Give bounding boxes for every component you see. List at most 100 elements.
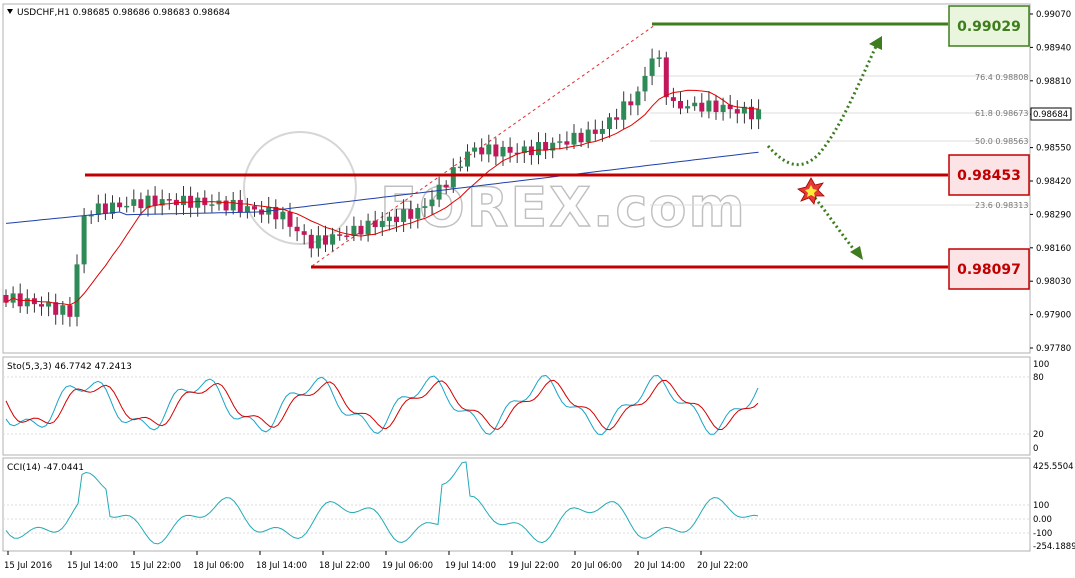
candle-bullish	[81, 215, 87, 265]
time-tick-label: 20 Jul 06:00	[571, 561, 622, 571]
candle-bearish	[102, 203, 108, 214]
stoch-label-0: 0	[1033, 444, 1038, 454]
candle-bullish	[472, 147, 478, 152]
candle-bullish	[656, 57, 662, 59]
candle-bearish	[152, 195, 158, 206]
price-tick-label: 0.97780	[1036, 344, 1071, 354]
candle-bullish	[124, 205, 130, 208]
candle-bearish	[678, 100, 683, 109]
candle-bullish	[436, 184, 442, 200]
candle-bullish	[571, 132, 577, 145]
price-axis: 0.990700.989400.988100.986800.985500.984…	[1030, 10, 1071, 354]
current-price-tag: 0.98684	[1030, 107, 1072, 121]
cci-label-max: 425.5504	[1033, 462, 1074, 472]
candle-bearish	[344, 235, 350, 237]
candle-bearish	[117, 202, 123, 208]
price-tick-label: 0.98550	[1036, 144, 1071, 154]
candle-bullish	[415, 207, 421, 219]
candle-bullish	[585, 129, 591, 143]
candle-bullish	[422, 206, 428, 208]
candle-bullish	[386, 216, 392, 221]
candle-bullish	[465, 151, 470, 167]
price-tick-label: 0.98290	[1036, 210, 1071, 220]
candle-bullish	[621, 101, 627, 120]
candle-bullish	[181, 195, 186, 206]
time-tick-label: 15 Jul 14:00	[67, 561, 118, 571]
candle-bullish	[450, 167, 456, 188]
candle-bearish	[237, 199, 243, 213]
support-level-value-1: 0.98453	[957, 168, 1021, 184]
candle-bearish	[301, 231, 307, 235]
candle-bearish	[507, 146, 513, 153]
stoch-label-20: 20	[1033, 430, 1044, 440]
candle-bearish	[479, 147, 485, 155]
candle-bearish	[592, 129, 598, 134]
stochastic-header: Sto(5,3,3) 46.7742 47.2413	[7, 362, 132, 372]
candle-bearish	[408, 209, 414, 219]
time-tick-label: 15 Jul 22:00	[130, 561, 181, 571]
symbol-header: USDCHF,H1 0.98685 0.98686 0.98683 0.9868…	[17, 8, 230, 18]
candle-bullish	[557, 141, 563, 143]
time-tick-label: 18 Jul 22:00	[319, 561, 370, 571]
candle-bearish	[493, 144, 499, 157]
candle-bullish	[330, 234, 336, 245]
candle-bearish	[543, 142, 549, 151]
price-tick-label: 0.98940	[1036, 43, 1071, 53]
candle-bullish	[599, 128, 605, 134]
trading-chart[interactable]: FOREX.com 76.4 0.98808 61.8 0.98673 50.0…	[0, 0, 1075, 578]
candle-bearish	[53, 302, 59, 315]
fib-label-76-4: 76.4 0.98808	[975, 73, 1028, 82]
support-level-box-2[interactable]: 0.98097	[948, 248, 1030, 290]
candle-bullish	[720, 104, 726, 113]
candle-bullish	[209, 204, 215, 206]
candle-bearish	[663, 57, 669, 98]
candle-bearish	[628, 101, 634, 106]
candle-bullish	[315, 235, 321, 249]
candle-bullish	[131, 199, 137, 206]
candle-bearish	[358, 225, 364, 235]
stoch-label-80: 80	[1033, 373, 1044, 383]
stochastic-panel[interactable]	[2, 356, 1031, 456]
time-tick-label: 20 Jul 14:00	[634, 561, 685, 571]
candle-bullish	[642, 75, 648, 92]
candle-bearish	[443, 184, 449, 188]
candle-bullish	[244, 206, 250, 213]
stoch-label-100: 100	[1033, 360, 1049, 370]
candle-bullish	[685, 106, 691, 109]
time-tick-label: 18 Jul 14:00	[256, 561, 307, 571]
watermark-text: FOREX.com	[380, 176, 747, 239]
price-tick-label: 0.98030	[1036, 277, 1071, 287]
candle-bearish	[670, 97, 676, 101]
candle-bullish	[635, 91, 641, 106]
candle-bullish	[230, 199, 236, 211]
candle-bearish	[699, 102, 705, 112]
candle-bearish	[308, 234, 314, 249]
candle-bullish	[195, 197, 201, 208]
candle-bearish	[67, 305, 73, 317]
candle-bullish	[486, 144, 492, 155]
cci-header: CCI(14) -47.0441	[7, 463, 84, 473]
time-axis: 15 Jul 2016 15 Jul 14:00 15 Jul 22:00 18 Ju…	[4, 551, 748, 571]
time-tick-label: 18 Jul 06:00	[193, 561, 244, 571]
candle-bullish	[74, 264, 80, 317]
candle-bearish	[394, 216, 399, 223]
fib-label-23-6: 23.6 0.98313	[975, 201, 1028, 210]
candle-bullish	[706, 100, 712, 112]
candle-bearish	[578, 132, 584, 143]
candle-bullish	[756, 109, 762, 120]
candle-bullish	[95, 203, 101, 215]
cci-label-min: -254.1889	[1033, 542, 1075, 552]
candle-bullish	[692, 102, 698, 107]
support-level-value-2: 0.98097	[957, 262, 1021, 278]
cci-label-100: 100	[1033, 501, 1049, 511]
candle-bearish	[337, 234, 343, 236]
resistance-level-box[interactable]: 0.99029	[948, 5, 1030, 47]
candle-bullish	[401, 209, 407, 223]
support-level-box-1[interactable]: 0.98453	[948, 154, 1030, 196]
candle-bullish	[280, 211, 286, 220]
candle-bullish	[46, 302, 52, 307]
candle-bullish	[379, 220, 385, 228]
price-tick-label: 0.99070	[1036, 10, 1071, 20]
candle-bullish	[429, 199, 435, 207]
candle-bearish	[614, 117, 620, 120]
